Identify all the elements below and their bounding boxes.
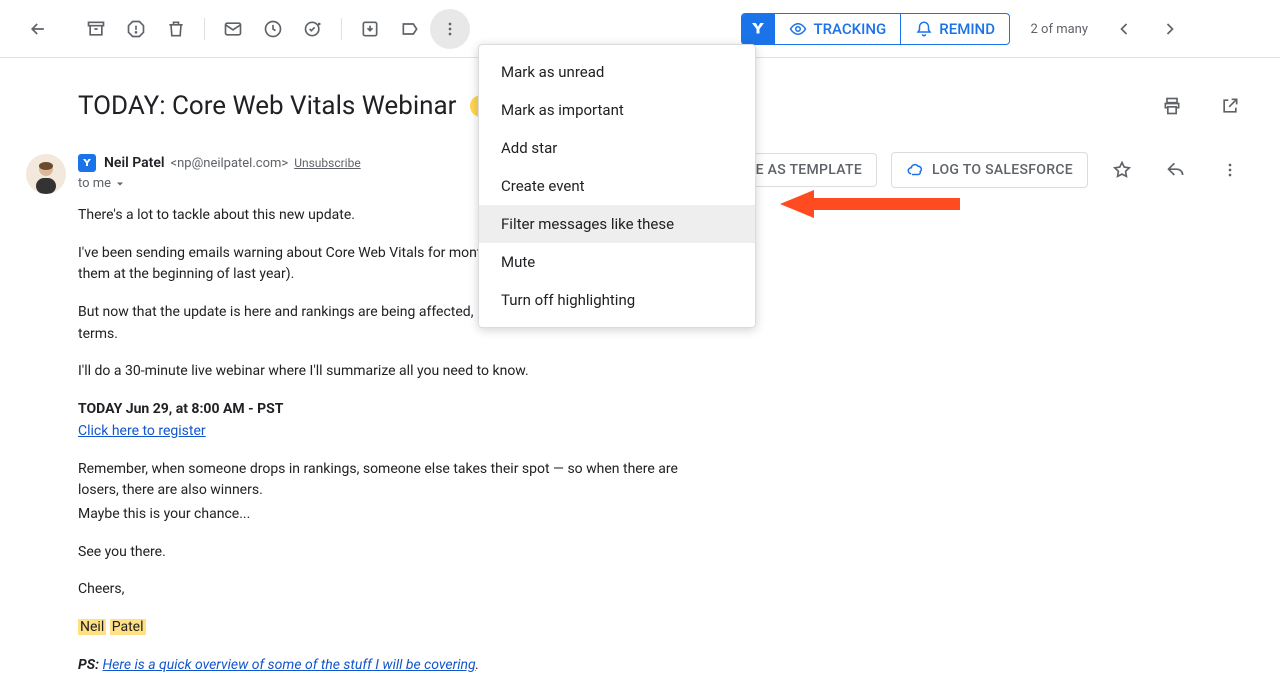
more-button[interactable] <box>430 9 470 49</box>
sig-last: Patel <box>110 619 146 635</box>
remind-button[interactable]: REMIND <box>900 14 1009 44</box>
move-to-button[interactable] <box>350 9 390 49</box>
labels-button[interactable] <box>390 9 430 49</box>
add-tasks-button[interactable] <box>293 9 333 49</box>
reply-button[interactable] <box>1156 150 1196 190</box>
print-button[interactable] <box>1152 86 1192 126</box>
newer-button[interactable] <box>1104 9 1144 49</box>
log-salesforce-button[interactable]: LOG TO SALESFORCE <box>891 152 1088 188</box>
dd-mark-important[interactable]: Mark as important <box>479 91 755 129</box>
dd-create-event[interactable]: Create event <box>479 167 755 205</box>
snooze-button[interactable] <box>253 9 293 49</box>
unsubscribe-link[interactable]: Unsubscribe <box>294 156 361 170</box>
tracking-button[interactable]: TRACKING <box>774 14 900 44</box>
dd-turn-off-highlighting[interactable]: Turn off highlighting <box>479 281 755 319</box>
message-more-button[interactable] <box>1210 150 1250 190</box>
sig-first: Neil <box>78 619 106 635</box>
mark-unread-button[interactable] <box>213 9 253 49</box>
dd-mark-unread[interactable]: Mark as unread <box>479 53 755 91</box>
dd-add-star[interactable]: Add star <box>479 129 755 167</box>
dd-mute[interactable]: Mute <box>479 243 755 281</box>
p7: Cheers, <box>78 579 698 601</box>
ps-link[interactable]: Here is a quick overview of some of the … <box>102 657 475 673</box>
annotation-arrow-icon <box>780 190 960 218</box>
delete-button[interactable] <box>156 9 196 49</box>
separator <box>341 18 342 40</box>
yesware-bar: TRACKING REMIND <box>741 13 1010 45</box>
star-button[interactable] <box>1102 150 1142 190</box>
open-new-window-button[interactable] <box>1210 86 1250 126</box>
archive-button[interactable] <box>76 9 116 49</box>
dd-filter-like-these[interactable]: Filter messages like these <box>479 205 755 243</box>
remind-label: REMIND <box>939 20 995 38</box>
p4: I'll do a 30-minute live webinar where I… <box>78 361 698 383</box>
ps-line: PS: Here is a quick overview of some of … <box>78 655 698 676</box>
p6: See you there. <box>78 542 698 564</box>
chevron-down-icon <box>114 178 126 190</box>
subject: TODAY: Core Web Vitals Webinar <box>78 91 456 121</box>
pagination-text: 2 of many <box>1031 22 1089 37</box>
event-time: TODAY Jun 29, at 8:00 AM - PST <box>78 401 283 417</box>
p5b: Maybe this is your chance... <box>78 504 698 526</box>
back-button[interactable] <box>18 9 58 49</box>
yesware-logo-icon <box>742 14 774 44</box>
sender-name: Neil Patel <box>104 155 165 171</box>
sender-email: <np@neilpatel.com> <box>171 156 289 171</box>
older-button[interactable] <box>1150 9 1190 49</box>
avatar <box>26 154 66 194</box>
signature: Neil Patel <box>78 617 698 639</box>
spam-button[interactable] <box>116 9 156 49</box>
pagination: 2 of many <box>1031 0 1191 58</box>
ps-tail: . <box>476 657 480 673</box>
separator <box>204 18 205 40</box>
to-text: to me <box>78 176 111 191</box>
p5a: Remember, when someone drops in rankings… <box>78 459 698 502</box>
tracking-label: TRACKING <box>813 20 886 38</box>
more-dropdown: Mark as unread Mark as important Add sta… <box>478 44 756 328</box>
register-link[interactable]: Click here to register <box>78 423 206 439</box>
message-actions: SAVE AS TEMPLATE LOG TO SALESFORCE <box>690 150 1250 190</box>
log-salesforce-label: LOG TO SALESFORCE <box>932 162 1073 178</box>
ps-label: PS: <box>78 657 99 673</box>
yesware-sender-icon <box>78 154 96 172</box>
